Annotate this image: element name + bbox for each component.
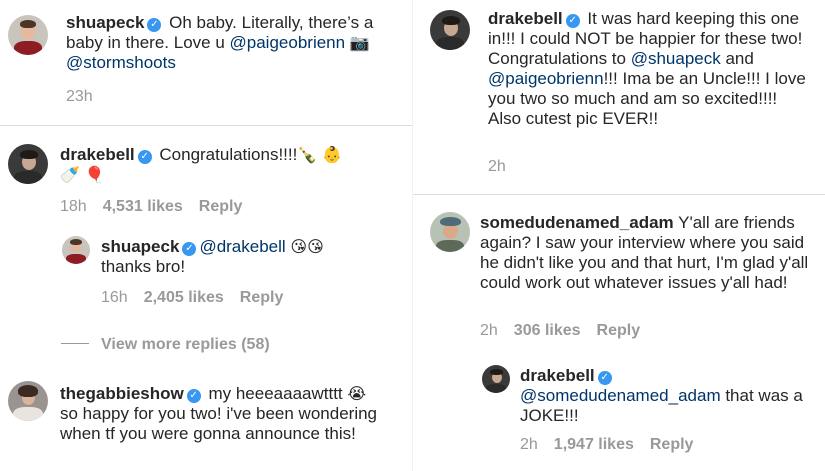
verified-icon: ✓: [137, 150, 152, 164]
reply-meta: 2h 1,947 likes Reply: [520, 436, 709, 454]
timestamp: 2h: [480, 322, 498, 339]
avatar[interactable]: [62, 236, 90, 264]
post-caption: drakebell ✓ It was hard keeping this one …: [488, 9, 808, 129]
likes-count[interactable]: 306 likes: [514, 322, 581, 339]
verified-icon: ✓: [597, 371, 612, 385]
divider: [413, 194, 825, 195]
baby-icon: 👶: [322, 147, 342, 164]
avatar[interactable]: [430, 212, 470, 252]
post-meta: 23h: [66, 88, 109, 106]
verified-icon: ✓: [147, 18, 162, 32]
view-more-replies-button[interactable]: View more replies (58): [61, 336, 270, 354]
left-panel: shuapeck ✓ Oh baby. Literally, there’s a …: [0, 0, 412, 471]
avatar[interactable]: [482, 365, 510, 393]
reply-text: shuapeck ✓ @drakebell 😘😘 thanks bro!: [101, 237, 401, 277]
avatar[interactable]: [8, 15, 48, 55]
view-more-label: View more replies (58): [101, 336, 270, 353]
timestamp: 2h: [520, 436, 538, 453]
divider: [0, 125, 412, 126]
username[interactable]: shuapeck: [101, 237, 179, 256]
username[interactable]: somedudenamed_adam: [480, 213, 674, 232]
caption-and: and: [720, 49, 754, 68]
kiss-icon: 😘: [290, 239, 308, 256]
crying-icon: 😭: [347, 386, 367, 403]
avatar[interactable]: [8, 381, 48, 421]
username[interactable]: drakebell: [488, 9, 563, 28]
reply-button[interactable]: Reply: [199, 198, 243, 215]
verified-icon: ✓: [182, 242, 197, 256]
reply-button[interactable]: Reply: [240, 289, 284, 306]
username[interactable]: drakebell: [520, 366, 595, 385]
right-panel: drakebell ✓ It was hard keeping this one …: [413, 0, 825, 471]
reply-button[interactable]: Reply: [597, 322, 641, 339]
comment-text: thegabbieshow ✓ my heeeaaaawtttt 😭 so hap…: [60, 384, 405, 444]
timestamp: 16h: [101, 289, 128, 306]
avatar[interactable]: [430, 10, 470, 50]
divider-line: [61, 343, 89, 344]
camera-icon: 📷: [349, 35, 370, 52]
mention-link[interactable]: @drakebell: [199, 237, 285, 256]
reply-button[interactable]: Reply: [650, 436, 694, 453]
mention-link[interactable]: @somedudenamed_adam: [520, 386, 721, 405]
likes-count[interactable]: 2,405 likes: [144, 289, 224, 306]
avatar[interactable]: [8, 144, 48, 184]
champagne-icon: 🍾: [297, 147, 318, 164]
kiss-icon: 😘: [307, 239, 324, 256]
mention-link[interactable]: @paigeobrienn: [230, 33, 346, 52]
comment-text: drakebell ✓ Congratulations!!!!🍾 👶 🍼 🎈: [60, 145, 405, 185]
username[interactable]: thegabbieshow: [60, 384, 184, 403]
balloon-icon: 🎈: [84, 167, 105, 184]
baby-bottle-icon: 🍼: [60, 167, 80, 184]
username[interactable]: drakebell: [60, 145, 135, 164]
mention-link[interactable]: @shuapeck: [631, 49, 721, 68]
timestamp: 18h: [60, 198, 87, 215]
reply-meta: 16h 2,405 likes Reply: [101, 289, 299, 307]
username[interactable]: shuapeck: [66, 13, 144, 32]
post-caption: shuapeck ✓ Oh baby. Literally, there’s a …: [66, 13, 406, 73]
reply-text: drakebell ✓ @somedudenamed_adam that was …: [520, 366, 815, 426]
likes-count[interactable]: 1,947 likes: [554, 436, 634, 453]
mention-link[interactable]: @paigeobrienn: [488, 69, 604, 88]
timestamp: 2h: [488, 158, 506, 175]
comment-meta: 18h 4,531 likes Reply: [60, 198, 258, 216]
verified-icon: ✓: [565, 14, 580, 28]
timestamp: 23h: [66, 88, 93, 105]
comment-body-continued: so happy for you two! i've been wonderin…: [60, 404, 377, 443]
post-meta: 2h: [488, 158, 522, 176]
mention-link[interactable]: @stormshoots: [66, 53, 176, 72]
verified-icon: ✓: [186, 389, 201, 403]
comment-text: somedudenamed_adam Y'all are friends aga…: [480, 213, 810, 293]
comment-body: Congratulations!!!!: [154, 145, 298, 164]
comment-body: my heeeaaaawtttt: [203, 384, 343, 403]
reply-body: thanks bro!: [101, 257, 186, 276]
comment-meta: 2h 306 likes Reply: [480, 322, 656, 340]
likes-count[interactable]: 4,531 likes: [103, 198, 183, 215]
